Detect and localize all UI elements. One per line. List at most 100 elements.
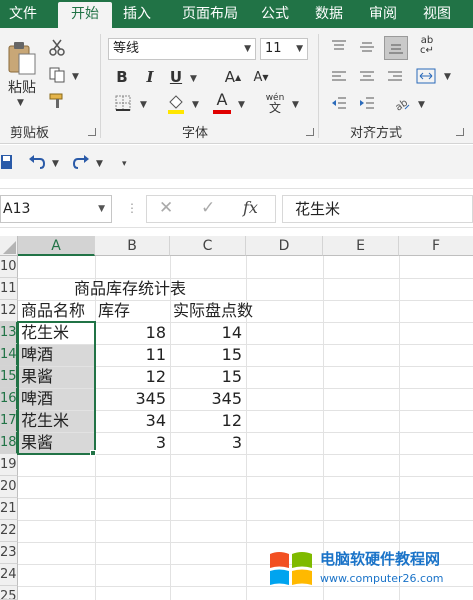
font-color-dropdown-icon[interactable]: ▼ bbox=[238, 100, 245, 110]
phonetic-guide-button[interactable]: wén 文 bbox=[262, 90, 288, 116]
column-header-a[interactable]: A bbox=[18, 236, 95, 256]
format-painter-icon[interactable] bbox=[46, 90, 68, 112]
font-color-button[interactable]: A bbox=[210, 90, 234, 116]
table-cell-stock[interactable]: 345 bbox=[95, 388, 170, 410]
table-cell-stock[interactable]: 11 bbox=[95, 344, 170, 366]
merge-center-icon[interactable] bbox=[414, 64, 438, 88]
column-header-d[interactable]: D bbox=[246, 236, 323, 256]
sheet-title-cell[interactable]: 商品库存统计表 bbox=[74, 278, 186, 300]
row-header[interactable]: 22 bbox=[0, 520, 18, 542]
underline-button[interactable]: U bbox=[166, 66, 186, 88]
shrink-font-button[interactable]: A ▼ bbox=[250, 66, 272, 88]
row-header[interactable]: 20 bbox=[0, 476, 18, 498]
font-launcher-icon[interactable] bbox=[306, 128, 314, 136]
clipboard-launcher-icon[interactable] bbox=[88, 128, 96, 136]
bold-button[interactable]: B bbox=[112, 66, 132, 88]
header-cell-name[interactable]: 商品名称 bbox=[21, 300, 85, 322]
worksheet-grid[interactable]: A B C D E F 10 11 12 13 14 15 16 17 18 1… bbox=[0, 236, 473, 600]
name-box-dropdown-icon[interactable]: ▼ bbox=[98, 196, 105, 222]
column-header-b[interactable]: B bbox=[95, 236, 170, 256]
fill-handle[interactable] bbox=[90, 450, 96, 456]
row-header[interactable]: 24 bbox=[0, 564, 18, 586]
align-right-icon[interactable] bbox=[384, 66, 406, 88]
paste-icon[interactable] bbox=[4, 38, 40, 78]
font-name-combo[interactable]: 等线 ▼ bbox=[108, 38, 256, 60]
formula-input[interactable]: 花生米 bbox=[282, 195, 473, 223]
underline-dropdown-icon[interactable]: ▼ bbox=[190, 74, 197, 84]
save-icon[interactable] bbox=[0, 151, 14, 173]
table-cell-stock[interactable]: 18 bbox=[95, 322, 170, 344]
wrap-text-icon[interactable]: ab c↵ bbox=[414, 34, 440, 58]
font-name-dropdown-icon[interactable]: ▼ bbox=[244, 39, 251, 59]
row-header[interactable]: 11 bbox=[0, 278, 18, 300]
row-header[interactable]: 16 bbox=[0, 388, 18, 410]
undo-dropdown-icon[interactable]: ▼ bbox=[52, 159, 59, 169]
row-header[interactable]: 14 bbox=[0, 344, 18, 366]
tab-insert[interactable]: 插入 bbox=[114, 0, 160, 28]
align-top-icon[interactable] bbox=[328, 36, 350, 58]
enter-icon[interactable]: ✓ bbox=[201, 198, 215, 218]
cancel-icon[interactable]: ✕ bbox=[159, 198, 173, 218]
row-header[interactable]: 12 bbox=[0, 300, 18, 322]
grow-font-button[interactable]: A ▲ bbox=[222, 66, 244, 88]
undo-icon[interactable] bbox=[26, 151, 48, 173]
column-header-f[interactable]: F bbox=[399, 236, 473, 256]
row-header[interactable]: 19 bbox=[0, 454, 18, 476]
select-all-corner[interactable] bbox=[0, 236, 18, 256]
tab-file[interactable]: 文件 bbox=[0, 0, 46, 28]
row-header[interactable]: 15 bbox=[0, 366, 18, 388]
paste-dropdown-icon[interactable]: ▼ bbox=[17, 98, 24, 108]
header-cell-count[interactable]: 实际盘点数 bbox=[173, 300, 253, 322]
cut-icon[interactable] bbox=[46, 36, 68, 58]
row-header[interactable]: 10 bbox=[0, 256, 18, 278]
orientation-dropdown-icon[interactable]: ▼ bbox=[418, 100, 425, 110]
table-cell-stock[interactable]: 34 bbox=[95, 410, 170, 432]
phonetic-dropdown-icon[interactable]: ▼ bbox=[292, 100, 299, 110]
fill-color-dropdown-icon[interactable]: ▼ bbox=[192, 100, 199, 110]
column-header-e[interactable]: E bbox=[323, 236, 399, 256]
redo-dropdown-icon[interactable]: ▼ bbox=[96, 159, 103, 169]
paste-button-label[interactable]: 粘贴 bbox=[2, 78, 42, 96]
table-cell-count[interactable]: 3 bbox=[170, 432, 246, 454]
table-cell-stock[interactable]: 3 bbox=[95, 432, 170, 454]
table-cell-count[interactable]: 14 bbox=[170, 322, 246, 344]
font-size-dropdown-icon[interactable]: ▼ bbox=[296, 39, 303, 59]
align-bottom-icon[interactable] bbox=[384, 36, 408, 60]
borders-dropdown-icon[interactable]: ▼ bbox=[140, 100, 147, 110]
tab-home[interactable]: 开始 bbox=[58, 2, 112, 28]
alignment-launcher-icon[interactable] bbox=[456, 128, 464, 136]
merge-dropdown-icon[interactable]: ▼ bbox=[444, 72, 451, 82]
table-cell-count[interactable]: 15 bbox=[170, 344, 246, 366]
formula-bar-grip-icon[interactable]: ⋮ bbox=[126, 201, 138, 215]
column-header-c[interactable]: C bbox=[170, 236, 246, 256]
fill-color-icon[interactable] bbox=[164, 90, 188, 116]
tab-data[interactable]: 数据 bbox=[306, 0, 352, 28]
copy-icon[interactable] bbox=[46, 64, 68, 86]
insert-function-icon[interactable]: fx bbox=[243, 198, 258, 217]
table-cell-count[interactable]: 12 bbox=[170, 410, 246, 432]
table-cell-count[interactable]: 15 bbox=[170, 366, 246, 388]
tab-review[interactable]: 审阅 bbox=[360, 0, 406, 28]
row-header[interactable]: 25 bbox=[0, 586, 18, 600]
increase-indent-icon[interactable] bbox=[356, 92, 378, 114]
table-cell-stock[interactable]: 12 bbox=[95, 366, 170, 388]
align-left-icon[interactable] bbox=[328, 66, 350, 88]
tab-view[interactable]: 视图 bbox=[414, 0, 460, 28]
row-header[interactable]: 17 bbox=[0, 410, 18, 432]
italic-button[interactable]: I bbox=[140, 66, 160, 88]
name-box[interactable]: A13 ▼ bbox=[0, 195, 112, 223]
align-middle-icon[interactable] bbox=[356, 36, 378, 58]
row-header[interactable]: 18 bbox=[0, 432, 18, 454]
font-size-combo[interactable]: 11 ▼ bbox=[260, 38, 308, 60]
borders-icon[interactable] bbox=[112, 92, 134, 114]
orientation-icon[interactable]: ab bbox=[390, 92, 414, 114]
align-center-icon[interactable] bbox=[356, 66, 378, 88]
decrease-indent-icon[interactable] bbox=[328, 92, 350, 114]
customize-qat-icon[interactable]: ▾ bbox=[122, 159, 127, 169]
table-cell-count[interactable]: 345 bbox=[170, 388, 246, 410]
tab-page-layout[interactable]: 页面布局 bbox=[170, 0, 250, 28]
redo-icon[interactable] bbox=[70, 151, 92, 173]
row-header[interactable]: 13 bbox=[0, 322, 18, 344]
tab-formulas[interactable]: 公式 bbox=[252, 0, 298, 28]
header-cell-stock[interactable]: 库存 bbox=[98, 300, 130, 322]
